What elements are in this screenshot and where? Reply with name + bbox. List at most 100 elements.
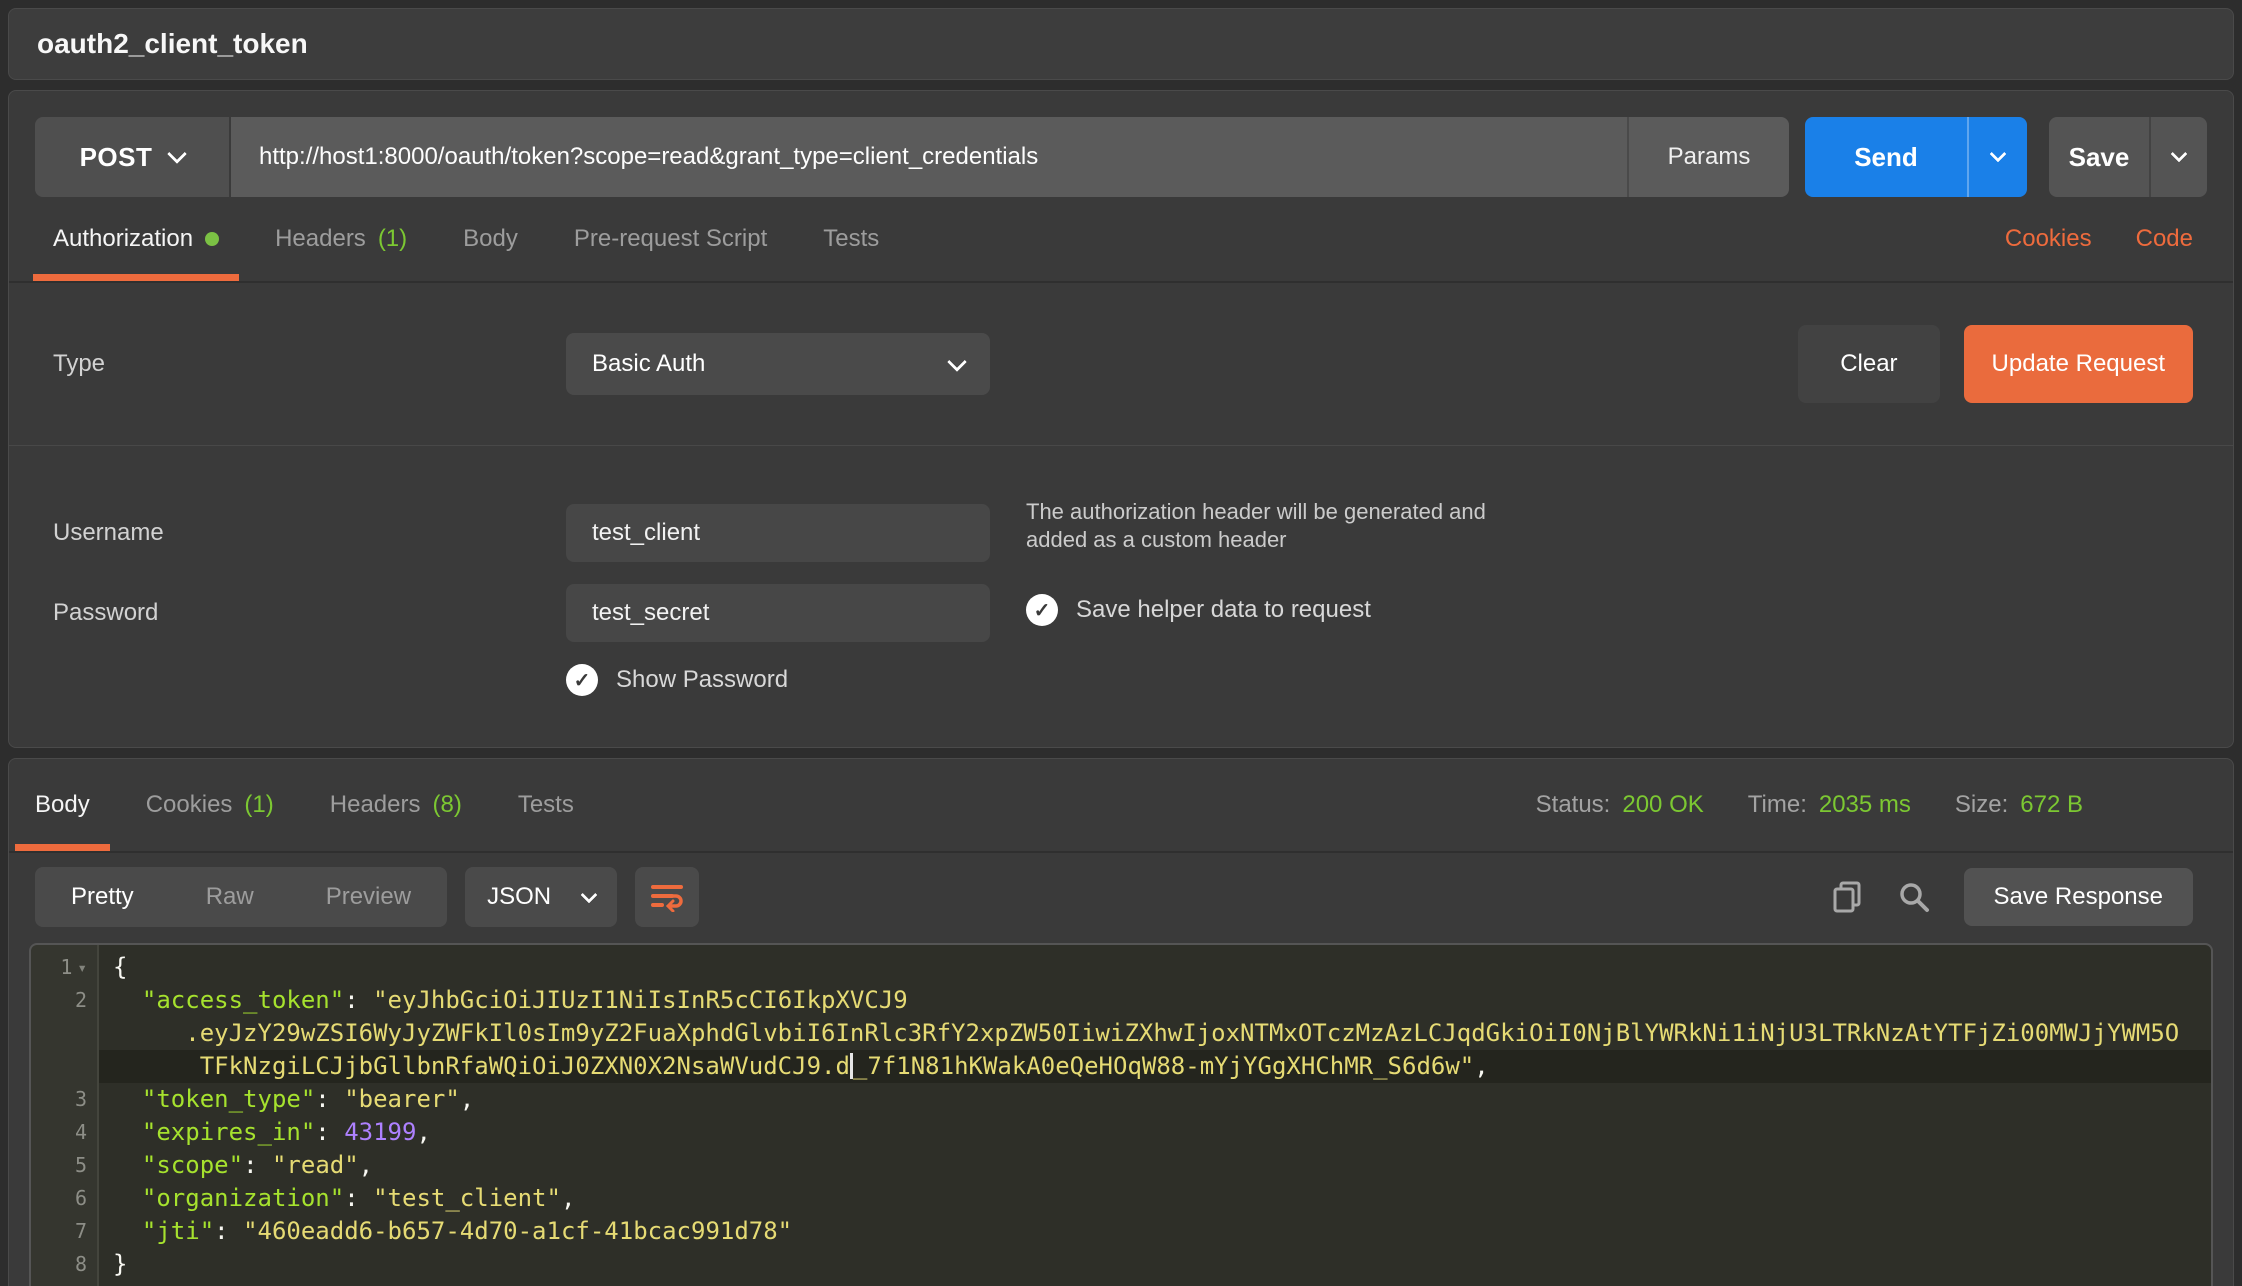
code-row[interactable]: 4 "expires_in": 43199, (31, 1116, 2211, 1149)
code-line[interactable]: "token_type": "bearer", (99, 1083, 2211, 1116)
line-number: 2 (31, 984, 99, 1017)
format-dropdown[interactable]: JSON (465, 867, 617, 927)
method-label: POST (80, 142, 153, 173)
response-toolbar: Pretty Raw Preview JSON (9, 853, 2233, 927)
line-number: 8 (31, 1248, 99, 1281)
username-input[interactable] (566, 504, 990, 562)
code-row[interactable]: 1▾{ (31, 951, 2211, 984)
tab-response-body[interactable]: Body (35, 759, 90, 851)
code-line[interactable]: "organization": "test_client", (99, 1182, 2211, 1215)
send-button[interactable]: Send (1805, 117, 1967, 197)
tab-body[interactable]: Body (463, 197, 518, 281)
auth-helper-note-line1: The authorization header will be generat… (1026, 499, 1486, 524)
status-value: 200 OK (1622, 791, 1703, 819)
username-label: Username (53, 519, 566, 547)
save-button[interactable]: Save (2049, 117, 2149, 197)
tab-label: Pre-request Script (574, 225, 767, 253)
auth-type-dropdown[interactable]: Basic Auth (566, 333, 990, 395)
code-line[interactable]: .eyJzY29wZSI6WyJyZWFkIl0sIm9yZ2FuaXphdGl… (99, 1017, 2211, 1050)
status-group: Status: 200 OK (1536, 791, 1704, 819)
tab-count: (1) (244, 791, 273, 819)
auth-type-row: Type Basic Auth Clear Update Request (9, 283, 2233, 446)
code-row[interactable]: 7 "jti": "460eadd6-b657-4d70-a1cf-41bcac… (31, 1215, 2211, 1248)
tab-response-cookies[interactable]: Cookies (1) (146, 759, 274, 851)
url-input[interactable]: http://host1:8000/oauth/token?scope=read… (231, 117, 1627, 197)
view-pretty-button[interactable]: Pretty (35, 867, 170, 927)
save-response-button[interactable]: Save Response (1964, 868, 2193, 926)
auth-helper-note-line2: added as a custom header (1026, 527, 1287, 552)
response-header: Body Cookies (1) Headers (8) Tests Statu… (9, 759, 2233, 853)
checkmark-icon: ✓ (1034, 598, 1051, 623)
save-helper-checkbox[interactable]: ✓ (1026, 594, 1058, 626)
url-text: http://host1:8000/oauth/token?scope=read… (259, 143, 1038, 171)
code-line[interactable]: } (99, 1248, 2211, 1281)
tab-authorization[interactable]: Authorization (53, 197, 219, 281)
chevron-down-icon (1990, 145, 2007, 162)
wrap-text-icon (650, 882, 684, 912)
auth-helper-note: The authorization header will be generat… (1026, 498, 1646, 554)
view-preview-button[interactable]: Preview (290, 867, 447, 927)
params-button[interactable]: Params (1627, 117, 1789, 197)
password-input[interactable] (566, 584, 990, 642)
response-code[interactable]: 1▾{2 "access_token": "eyJhbGciOiJIUzI1Ni… (29, 943, 2213, 1286)
code-row[interactable]: 3 "token_type": "bearer", (31, 1083, 2211, 1116)
send-split-button: Send (1805, 117, 2027, 197)
code-line[interactable]: { (99, 951, 2211, 984)
line-number (31, 1017, 99, 1050)
method-dropdown[interactable]: POST (35, 117, 231, 197)
format-value: JSON (487, 883, 551, 911)
auth-type-value: Basic Auth (592, 350, 705, 378)
url-group: POST http://host1:8000/oauth/token?scope… (35, 117, 1789, 197)
code-row[interactable]: TFkNzgiLCJjbGllbnRfaWQiOiJ0ZXN0X2NsaWVud… (31, 1050, 2211, 1083)
line-number: 5 (31, 1149, 99, 1182)
tab-pre-request-script[interactable]: Pre-request Script (574, 197, 767, 281)
code-row[interactable]: .eyJzY29wZSI6WyJyZWFkIl0sIm9yZ2FuaXphdGl… (31, 1017, 2211, 1050)
response-panel: Body Cookies (1) Headers (8) Tests Statu… (8, 758, 2234, 1286)
show-password-checkbox[interactable]: ✓ (566, 664, 598, 696)
code-row[interactable]: 2 "access_token": "eyJhbGciOiJIUzI1NiIsI… (31, 984, 2211, 1017)
chevron-down-icon (2171, 145, 2188, 162)
copy-icon (1832, 880, 1864, 914)
tab-response-tests[interactable]: Tests (518, 759, 574, 851)
code-line[interactable]: TFkNzgiLCJjbGllbnRfaWQiOiJ0ZXN0X2NsaWVud… (99, 1050, 2211, 1083)
show-password-label: Show Password (616, 666, 788, 694)
view-raw-button[interactable]: Raw (170, 867, 290, 927)
chevron-down-icon (947, 352, 967, 372)
auth-credentials: Username Password ✓ Show Password The au… (9, 446, 2233, 749)
code-line[interactable]: "access_token": "eyJhbGciOiJIUzI1NiIsInR… (99, 984, 2211, 1017)
show-password-row: ✓ Show Password (53, 664, 2233, 696)
title-bar: oauth2_client_token (8, 8, 2234, 80)
clear-button[interactable]: Clear (1798, 325, 1939, 403)
code-link[interactable]: Code (2136, 225, 2193, 253)
tab-label: Cookies (146, 791, 233, 819)
search-button[interactable] (1898, 881, 1930, 913)
copy-button[interactable] (1832, 880, 1864, 914)
auth-configured-dot (205, 232, 219, 246)
tab-count: (1) (378, 225, 407, 253)
tab-response-headers[interactable]: Headers (8) (330, 759, 462, 851)
code-line[interactable]: "jti": "460eadd6-b657-4d70-a1cf-41bcac99… (99, 1215, 2211, 1248)
line-number: 4 (31, 1116, 99, 1149)
time-group: Time: 2035 ms (1748, 791, 1911, 819)
tab-label: Tests (823, 225, 879, 253)
tab-label: Body (463, 225, 518, 253)
wrap-text-button[interactable] (635, 867, 699, 927)
auth-helper: The authorization header will be generat… (1026, 498, 1646, 626)
save-options-button[interactable] (2149, 117, 2207, 197)
send-options-button[interactable] (1967, 117, 2027, 197)
response-toolbar-right: Save Response (1832, 868, 2193, 926)
update-request-button[interactable]: Update Request (1964, 325, 2193, 403)
cookies-link[interactable]: Cookies (2005, 225, 2092, 253)
code-row[interactable]: 8} (31, 1248, 2211, 1281)
request-bar: POST http://host1:8000/oauth/token?scope… (35, 117, 2207, 197)
code-row[interactable]: 5 "scope": "read", (31, 1149, 2211, 1182)
fold-caret-icon[interactable]: ▾ (77, 951, 87, 984)
status-label: Status: (1536, 791, 1611, 819)
tab-headers[interactable]: Headers (1) (275, 197, 407, 281)
size-label: Size: (1955, 791, 2008, 819)
code-line[interactable]: "expires_in": 43199, (99, 1116, 2211, 1149)
search-icon (1898, 881, 1930, 913)
code-line[interactable]: "scope": "read", (99, 1149, 2211, 1182)
tab-tests[interactable]: Tests (823, 197, 879, 281)
code-row[interactable]: 6 "organization": "test_client", (31, 1182, 2211, 1215)
